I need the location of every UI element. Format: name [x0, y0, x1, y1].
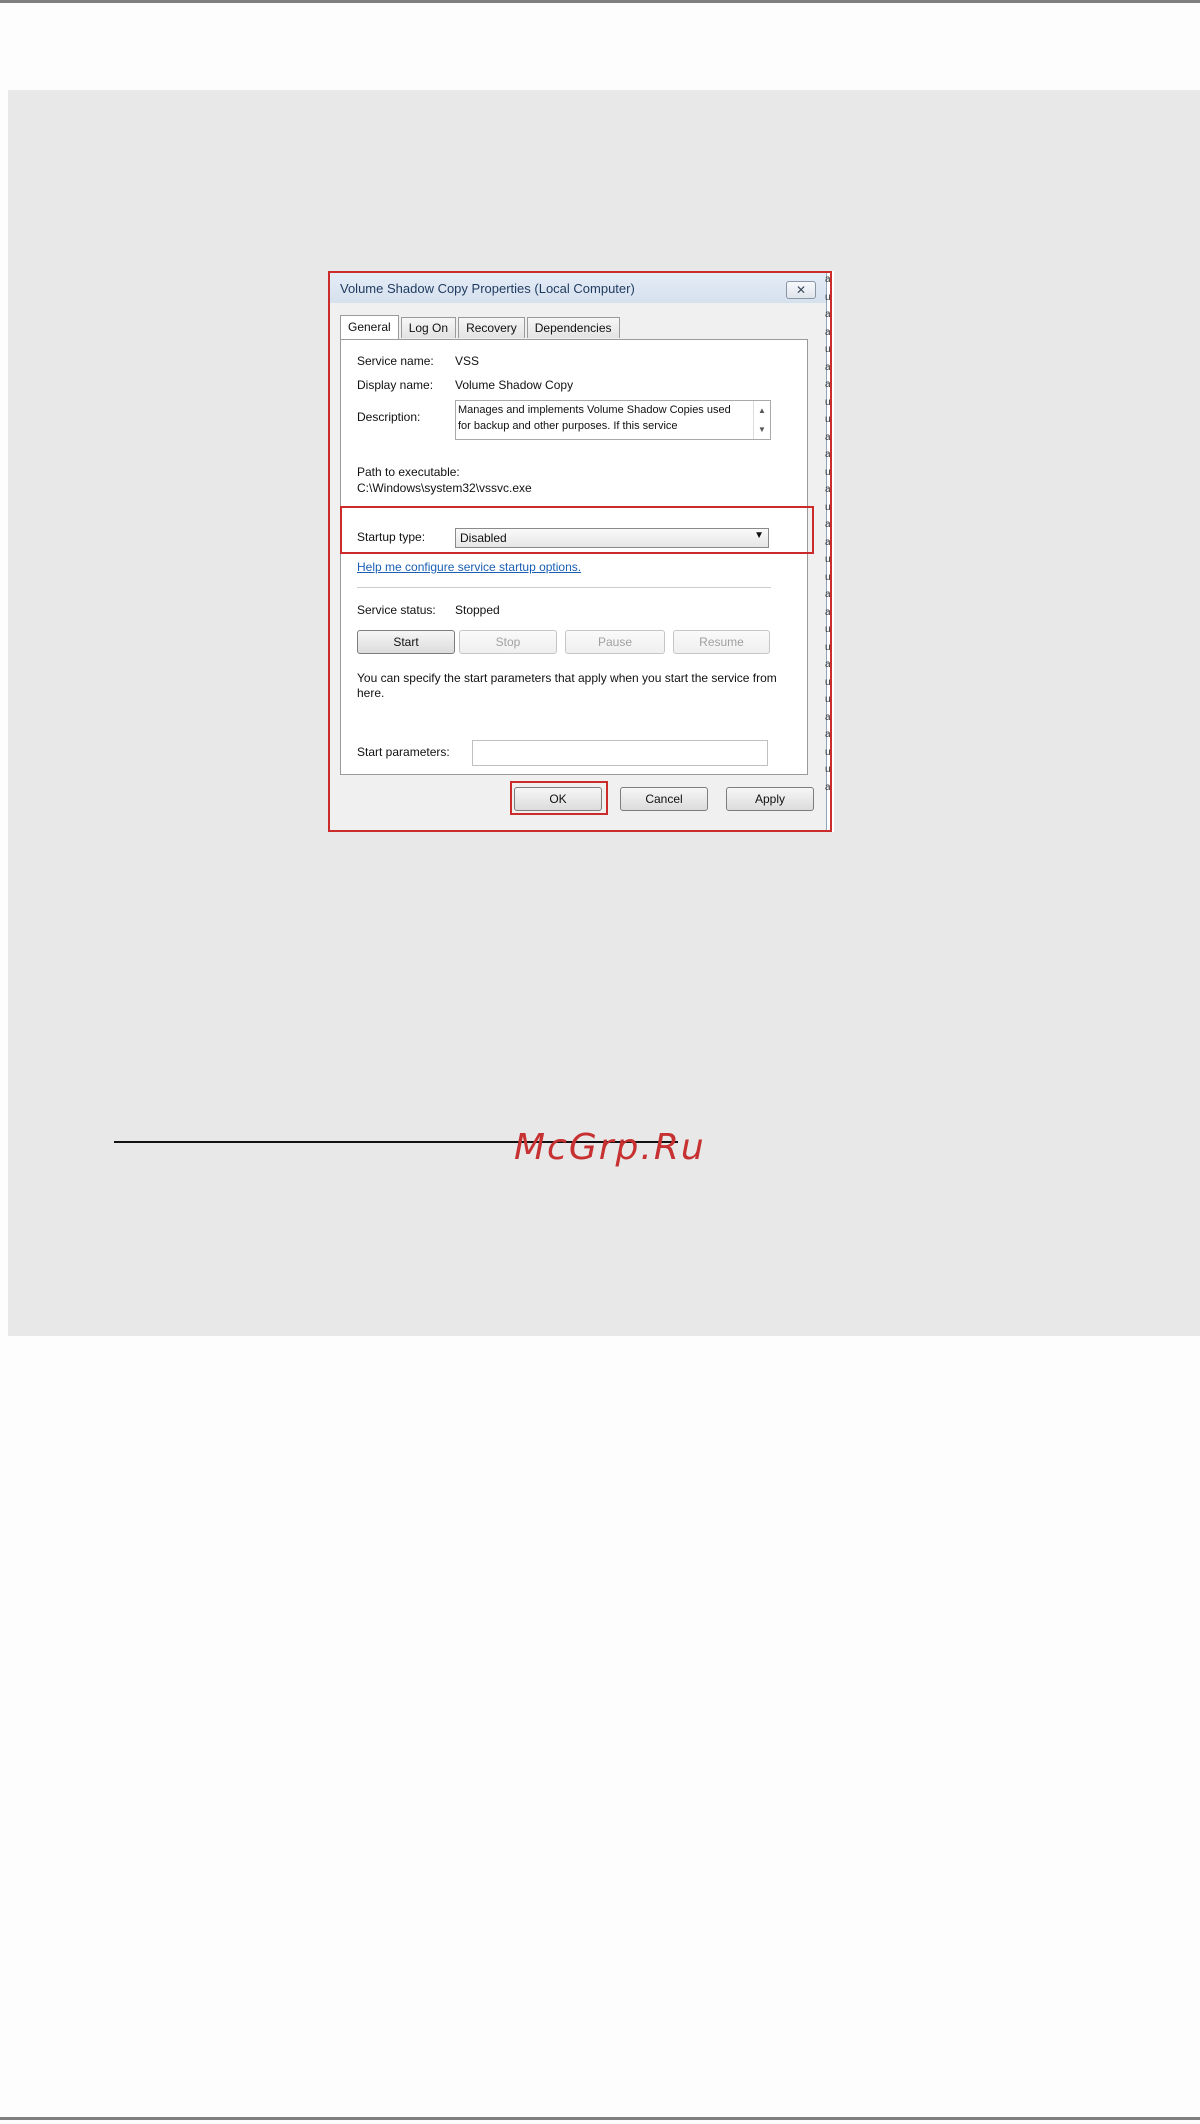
scroll-up-icon[interactable]: ▲ [754, 401, 770, 420]
background-window-edge: auaauaauua auauaauuaa uuauuaauua [825, 274, 831, 793]
path-value: C:\Windows\system32\vssvc.exe [357, 481, 532, 495]
page-top-rule [0, 0, 1200, 3]
dialog-titlebar: Volume Shadow Copy Properties (Local Com… [330, 273, 826, 303]
service-status-label: Service status: [357, 603, 436, 617]
apply-button[interactable]: Apply [726, 787, 814, 811]
close-icon: ✕ [795, 283, 807, 297]
tab-log-on[interactable]: Log On [400, 317, 457, 338]
display-name-label: Display name: [357, 378, 434, 392]
tab-general[interactable]: General [340, 315, 399, 339]
scroll-down-icon[interactable]: ▼ [754, 420, 770, 439]
description-box[interactable]: Manages and implements Volume Shadow Cop… [455, 400, 771, 440]
start-params-input[interactable] [472, 740, 768, 766]
start-button[interactable]: Start [357, 630, 455, 654]
service-name-value: VSS [455, 354, 480, 368]
figure-panel: Volume Shadow Copy Properties (Local Com… [8, 90, 1200, 1336]
description-label: Description: [357, 410, 421, 424]
description-text: Manages and implements Volume Shadow Cop… [458, 404, 731, 432]
start-params-hint: You can specify the start parameters tha… [357, 671, 777, 700]
tab-recovery[interactable]: Recovery [458, 317, 525, 338]
screenshot-figure: Volume Shadow Copy Properties (Local Com… [328, 271, 834, 832]
page-bottom-rule [0, 2117, 1200, 2120]
resume-button[interactable]: Resume [673, 630, 770, 654]
pause-button[interactable]: Pause [565, 630, 665, 654]
startup-type-value: Disabled [460, 531, 507, 545]
path-label: Path to executable: [357, 465, 460, 479]
tab-dependencies[interactable]: Dependencies [526, 317, 620, 338]
display-name-value: Volume Shadow Copy [455, 378, 574, 392]
startup-type-label: Startup type: [357, 530, 426, 544]
description-scrollbar[interactable]: ▲ ▼ [753, 401, 770, 439]
ok-button[interactable]: OK [514, 787, 602, 811]
chevron-down-icon: ▼ [754, 530, 764, 541]
properties-dialog: Volume Shadow Copy Properties (Local Com… [329, 272, 827, 831]
stop-button[interactable]: Stop [459, 630, 557, 654]
cancel-button[interactable]: Cancel [620, 787, 708, 811]
divider [357, 587, 771, 588]
service-status-value: Stopped [455, 603, 500, 617]
start-params-label: Start parameters: [357, 745, 450, 759]
general-tab-body: Service name: VSS Display name: Volume S… [340, 339, 808, 775]
help-link[interactable]: Help me configure service startup option… [357, 560, 581, 574]
close-button[interactable]: ✕ [786, 281, 816, 299]
dialog-title: Volume Shadow Copy Properties (Local Com… [340, 281, 635, 296]
service-name-label: Service name: [357, 354, 434, 368]
startup-type-select[interactable]: Disabled ▼ [455, 528, 769, 548]
watermark: McGrp.Ru [514, 1127, 706, 1168]
tab-strip: General Log On Recovery Dependencies [340, 315, 622, 339]
